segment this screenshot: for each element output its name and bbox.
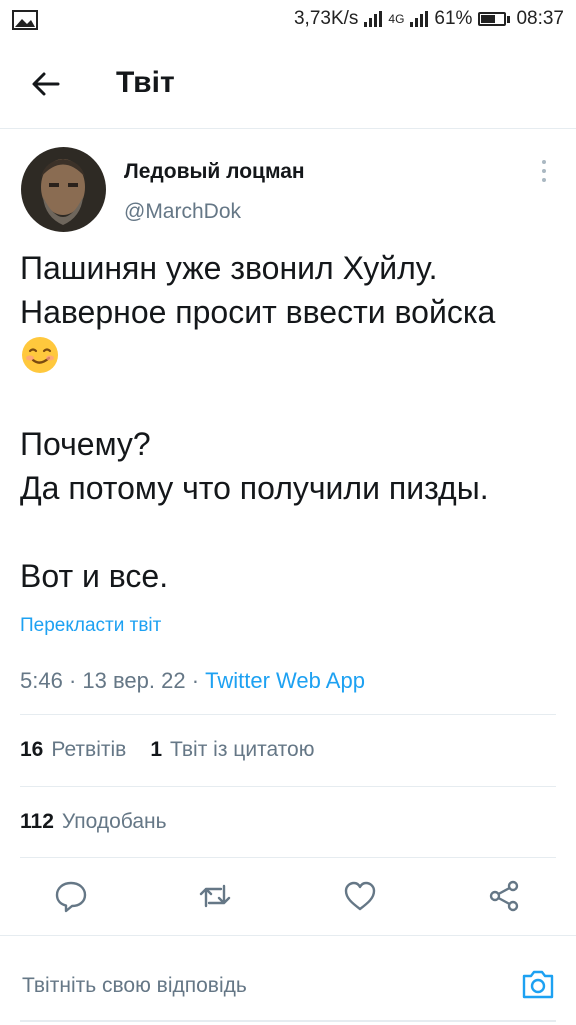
tweet-line: Почему? xyxy=(20,426,151,462)
divider xyxy=(20,786,556,787)
tweet-source-link[interactable]: Twitter Web App xyxy=(205,668,365,693)
divider xyxy=(20,714,556,715)
reply-icon[interactable] xyxy=(53,878,89,914)
author-name[interactable]: Ледовый лоцман xyxy=(124,160,305,184)
status-bar: 3,73K/s 4G 61% 08:37 xyxy=(0,0,576,40)
likes-count[interactable]: 112 xyxy=(20,810,54,834)
arrow-left-icon[interactable] xyxy=(28,66,64,102)
camera-icon[interactable] xyxy=(520,966,556,1002)
quotes-count[interactable]: 1 xyxy=(150,738,162,762)
gallery-icon xyxy=(12,10,38,30)
signal-icon xyxy=(364,11,383,27)
tweet-meta: 5:46 · 13 вер. 22 · Twitter Web App xyxy=(20,668,365,694)
page-title: Твіт xyxy=(116,66,175,99)
retweet-stats: 16 Ретвітів 1 Твіт із цитатою xyxy=(20,738,314,762)
action-bar xyxy=(0,866,576,926)
tweet-time: 5:46 xyxy=(20,668,63,693)
tweet-date: 13 вер. 22 xyxy=(82,668,186,693)
battery-percent: 61% xyxy=(434,8,473,29)
network-speed: 3,73K/s xyxy=(293,8,359,29)
retweets-count[interactable]: 16 xyxy=(20,738,43,762)
reply-underline xyxy=(20,1020,556,1022)
clock: 08:37 xyxy=(516,8,564,29)
quotes-label[interactable]: Твіт із цитатою xyxy=(170,738,314,762)
like-icon[interactable] xyxy=(342,878,378,914)
tweet-text: Пашинян уже звонил Хуйлу. Наверное проси… xyxy=(20,246,560,598)
battery-icon xyxy=(478,12,511,26)
likes-stats: 112 Уподобань xyxy=(20,810,167,834)
meta-separator: · xyxy=(185,668,206,693)
reply-bar: Твітніть свою відповідь xyxy=(0,935,576,1025)
tweet-line: Да потому что получили пизды. xyxy=(20,470,489,506)
tweet-line: Наверное просит ввести войска xyxy=(20,294,496,330)
tweet-line-emoji xyxy=(20,334,560,378)
likes-label[interactable]: Уподобань xyxy=(62,810,167,834)
signal-icon-2 xyxy=(410,11,429,27)
tweet-line: Пашинян уже звонил Хуйлу. xyxy=(20,250,438,286)
meta-separator: · xyxy=(62,668,83,693)
retweets-label[interactable]: Ретвітів xyxy=(51,738,126,762)
network-type: 4G xyxy=(388,12,405,26)
share-icon[interactable] xyxy=(486,878,522,914)
header: Твіт xyxy=(0,40,576,129)
tweet-line: Вот и все. xyxy=(20,558,169,594)
author-handle[interactable]: @MarchDok xyxy=(124,200,241,224)
avatar[interactable] xyxy=(21,147,106,232)
reply-input[interactable]: Твітніть свою відповідь xyxy=(22,974,247,998)
translate-link[interactable]: Перекласти твіт xyxy=(20,615,161,637)
more-options-icon[interactable] xyxy=(536,160,552,186)
retweet-icon[interactable] xyxy=(197,878,233,914)
smiling-face-emoji xyxy=(22,337,58,373)
divider xyxy=(20,857,556,858)
